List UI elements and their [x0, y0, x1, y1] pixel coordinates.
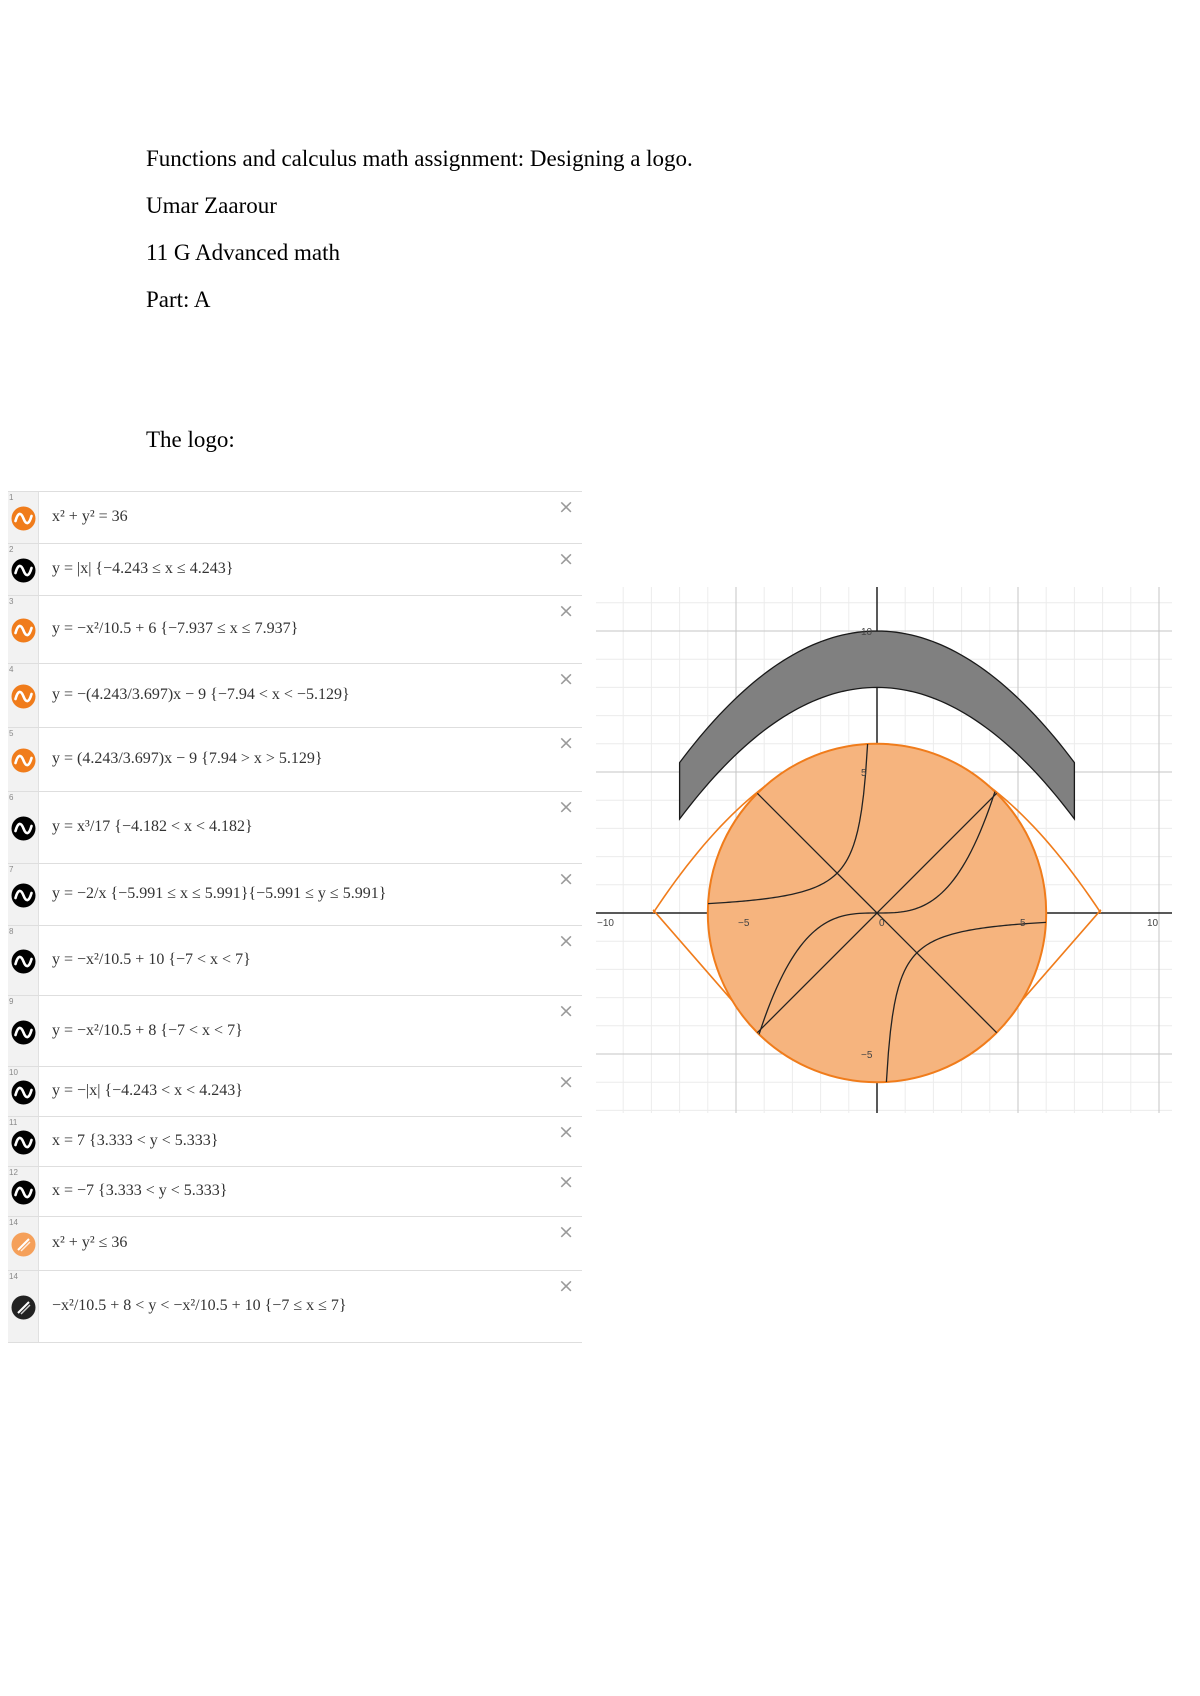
close-icon[interactable]: × [558, 1002, 574, 1021]
close-icon[interactable]: × [558, 498, 574, 517]
logo-graph: −10 −5 0 5 10 10 5 −5 [596, 587, 1172, 1113]
author-name: Umar Zaarour [146, 193, 277, 218]
orange-wave-icon[interactable] [11, 506, 36, 531]
black-shade-icon[interactable] [11, 1295, 36, 1320]
expression-gutter: 14 [8, 1271, 39, 1342]
x-tick-label: 10 [1147, 918, 1159, 929]
black-wave-icon[interactable] [11, 816, 36, 841]
close-icon[interactable]: × [558, 1073, 574, 1092]
close-icon[interactable]: × [558, 734, 574, 753]
expression-gutter: 12 [8, 1167, 39, 1217]
part-label: Part: A [146, 287, 211, 312]
expression-gutter: 1 [8, 492, 39, 544]
assignment-title: Functions and calculus math assignment: … [146, 146, 693, 171]
close-icon[interactable]: × [558, 1223, 574, 1242]
expression-index: 1 [9, 493, 14, 502]
close-icon[interactable]: × [558, 1277, 574, 1296]
x-tick-label: −5 [738, 918, 750, 929]
expression-index: 14 [9, 1272, 18, 1281]
black-wave-icon[interactable] [11, 1080, 36, 1105]
expression-text[interactable]: y = |x| {−4.243 ≤ x ≤ 4.243} [52, 560, 233, 578]
x-tick-label: −10 [597, 918, 614, 929]
expression-list: 1 x² + y² = 36 × 2 y = |x| {−4.243 ≤ x ≤ 4.2… [8, 491, 582, 1351]
expression-row[interactable]: 11 x = 7 {3.333 < y < 5.333} × [8, 1116, 582, 1167]
expression-index: 14 [9, 1218, 18, 1227]
expression-gutter: 10 [8, 1067, 39, 1117]
close-icon[interactable]: × [558, 1123, 574, 1142]
black-wave-icon[interactable] [11, 1020, 36, 1045]
y-tick-label: 5 [861, 768, 867, 779]
expression-row[interactable]: 14 −x²/10.5 + 8 < y < −x²/10.5 + 10 {−7 ≤… [8, 1270, 582, 1343]
expression-gutter: 3 [8, 596, 39, 664]
x-tick-label: 0 [879, 918, 885, 929]
expression-row[interactable]: 5 y = (4.243/3.697)x − 9 {7.94 > x > 5.12… [8, 727, 582, 792]
black-wave-icon[interactable] [11, 883, 36, 908]
black-wave-icon[interactable] [11, 1130, 36, 1155]
expression-text[interactable]: y = x³/17 {−4.182 < x < 4.182} [52, 818, 253, 836]
expression-text[interactable]: x = 7 {3.333 < y < 5.333} [52, 1132, 218, 1150]
expression-row[interactable]: 10 y = −|x| {−4.243 < x < 4.243} × [8, 1066, 582, 1117]
expression-text[interactable]: x² + y² ≤ 36 [52, 1234, 127, 1252]
expression-text[interactable]: y = −(4.243/3.697)x − 9 {−7.94 < x < −5.… [52, 686, 350, 704]
expression-gutter: 2 [8, 544, 39, 596]
black-wave-icon[interactable] [11, 1180, 36, 1205]
expression-text[interactable]: y = (4.243/3.697)x − 9 {7.94 > x > 5.129… [52, 750, 323, 768]
close-icon[interactable]: × [558, 932, 574, 951]
expression-index: 4 [9, 665, 14, 674]
y-tick-label: −5 [861, 1050, 873, 1061]
expression-row[interactable]: 1 x² + y² = 36 × [8, 491, 582, 544]
expression-text[interactable]: −x²/10.5 + 8 < y < −x²/10.5 + 10 {−7 ≤ x… [52, 1297, 347, 1315]
expression-text[interactable]: y = −x²/10.5 + 8 {−7 < x < 7} [52, 1022, 243, 1040]
orange-wave-icon[interactable] [11, 684, 36, 709]
expression-text[interactable]: x² + y² = 36 [52, 508, 128, 526]
expression-row[interactable]: 8 y = −x²/10.5 + 10 {−7 < x < 7} × [8, 925, 582, 996]
expression-gutter: 8 [8, 926, 39, 996]
class-name: 11 G Advanced math [146, 240, 340, 265]
expression-gutter: 5 [8, 728, 39, 792]
close-icon[interactable]: × [558, 1173, 574, 1192]
expression-row[interactable]: 14 x² + y² ≤ 36 × [8, 1216, 582, 1271]
orange-wave-icon[interactable] [11, 748, 36, 773]
expression-index: 5 [9, 729, 14, 738]
expression-row[interactable]: 12 x = −7 {3.333 < y < 5.333} × [8, 1166, 582, 1217]
expression-text[interactable]: y = −|x| {−4.243 < x < 4.243} [52, 1082, 243, 1100]
expression-index: 9 [9, 997, 14, 1006]
close-icon[interactable]: × [558, 670, 574, 689]
expression-text[interactable]: y = −x²/10.5 + 10 {−7 < x < 7} [52, 951, 251, 969]
close-icon[interactable]: × [558, 798, 574, 817]
close-icon[interactable]: × [558, 870, 574, 889]
expression-gutter: 14 [8, 1217, 39, 1271]
expression-index: 10 [9, 1068, 18, 1077]
x-tick-label: 5 [1020, 918, 1026, 929]
expression-row[interactable]: 6 y = x³/17 {−4.182 < x < 4.182} × [8, 791, 582, 864]
expression-index: 8 [9, 927, 14, 936]
expression-index: 12 [9, 1168, 18, 1177]
expression-gutter: 7 [8, 864, 39, 926]
expression-row[interactable]: 4 y = −(4.243/3.697)x − 9 {−7.94 < x < −5… [8, 663, 582, 728]
expression-row[interactable]: 2 y = |x| {−4.243 ≤ x ≤ 4.243} × [8, 543, 582, 596]
expression-gutter: 4 [8, 664, 39, 728]
expression-index: 6 [9, 793, 14, 802]
expression-row[interactable]: 9 y = −x²/10.5 + 8 {−7 < x < 7} × [8, 995, 582, 1067]
expression-index: 3 [9, 597, 14, 606]
expression-index: 7 [9, 865, 14, 874]
orange-shade-icon[interactable] [11, 1232, 36, 1257]
expression-row[interactable]: 7 y = −2/x {−5.991 ≤ x ≤ 5.991}{−5.991 ≤ … [8, 863, 582, 926]
expression-index: 2 [9, 545, 14, 554]
logo-heading: The logo: [146, 427, 235, 452]
close-icon[interactable]: × [558, 550, 574, 569]
expression-text[interactable]: y = −2/x {−5.991 ≤ x ≤ 5.991}{−5.991 ≤ y… [52, 885, 386, 903]
expression-gutter: 11 [8, 1117, 39, 1167]
black-wave-icon[interactable] [11, 949, 36, 974]
expression-gutter: 9 [8, 996, 39, 1067]
expression-text[interactable]: x = −7 {3.333 < y < 5.333} [52, 1182, 227, 1200]
orange-wave-icon[interactable] [11, 618, 36, 643]
expression-row[interactable]: 3 y = −x²/10.5 + 6 {−7.937 ≤ x ≤ 7.937} × [8, 595, 582, 664]
black-wave-icon[interactable] [11, 558, 36, 583]
y-tick-label: 10 [861, 627, 873, 638]
expression-text[interactable]: y = −x²/10.5 + 6 {−7.937 ≤ x ≤ 7.937} [52, 620, 298, 638]
close-icon[interactable]: × [558, 602, 574, 621]
expression-gutter: 6 [8, 792, 39, 864]
expression-index: 11 [9, 1118, 18, 1127]
